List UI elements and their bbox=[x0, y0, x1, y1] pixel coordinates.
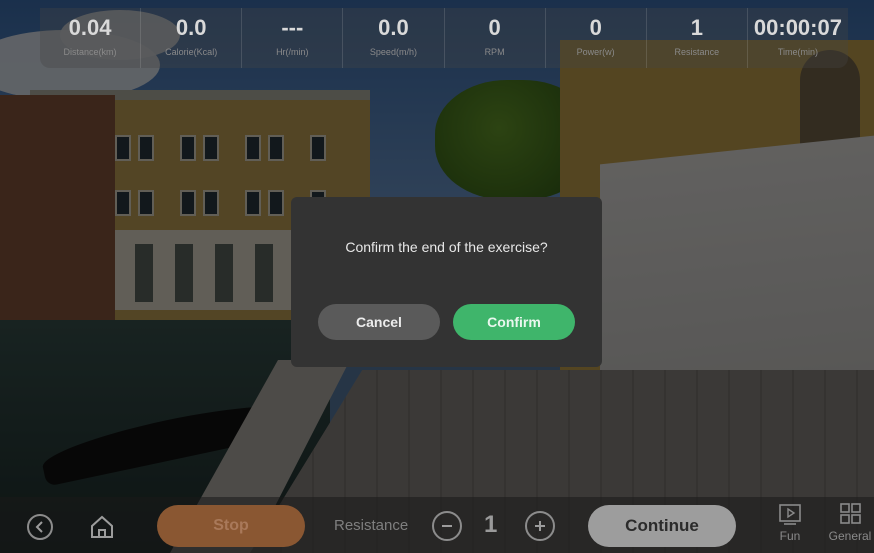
fun-icon bbox=[779, 504, 801, 525]
stat-label: Time(min) bbox=[777, 47, 819, 57]
plus-icon bbox=[535, 521, 545, 531]
stat-time: 00:00:07 Time(min) bbox=[748, 8, 848, 68]
resistance-value: 1 bbox=[484, 511, 498, 538]
stat-label: Power(w) bbox=[576, 47, 615, 57]
stat-value: 0.0 bbox=[378, 15, 409, 40]
stat-rpm: 0 RPM bbox=[445, 8, 546, 68]
general-label: General bbox=[828, 529, 872, 543]
dialog-message: Confirm the end of the exercise? bbox=[345, 239, 548, 255]
stat-power: 0 Power(w) bbox=[546, 8, 647, 68]
general-tab[interactable]: General bbox=[826, 503, 874, 551]
stat-speed: 0.0 Speed(m/h) bbox=[343, 8, 445, 68]
confirm-button[interactable]: Confirm bbox=[453, 304, 575, 340]
back-icon bbox=[35, 521, 43, 533]
stat-value: 0.04 bbox=[68, 15, 112, 40]
stat-value: 1 bbox=[690, 15, 703, 40]
minus-icon bbox=[442, 525, 452, 527]
fun-label: Fun bbox=[779, 529, 801, 543]
resistance-label: Resistance bbox=[334, 517, 409, 534]
home-icon bbox=[91, 515, 113, 538]
stat-label: RPM bbox=[484, 47, 505, 57]
resistance-decrease-button[interactable] bbox=[432, 511, 462, 541]
stat-label: Hr(/min) bbox=[276, 47, 309, 57]
bottom-control-bar: Stop Resistance 1 Continue Fun General bbox=[0, 497, 874, 553]
stat-value: 0.0 bbox=[175, 15, 207, 40]
back-button[interactable] bbox=[27, 514, 53, 540]
continue-button[interactable]: Continue bbox=[588, 505, 736, 547]
home-button[interactable] bbox=[89, 514, 115, 540]
stat-heart-rate: --- Hr(/min) bbox=[242, 8, 344, 68]
stat-value: 0 bbox=[488, 15, 501, 40]
stat-label: Distance(km) bbox=[63, 47, 117, 57]
fun-tab[interactable]: Fun bbox=[770, 503, 810, 551]
stat-value: 00:00:07 bbox=[753, 15, 842, 40]
stat-calorie: 0.0 Calorie(Kcal) bbox=[141, 8, 243, 68]
stat-label: Speed(m/h) bbox=[369, 47, 417, 57]
grid-icon bbox=[840, 503, 861, 524]
stat-resistance: 1 Resistance bbox=[647, 8, 748, 68]
confirm-end-dialog: Confirm the end of the exercise? Cancel … bbox=[291, 197, 602, 367]
stats-bar: 0.04 Distance(km) 0.0 Calorie(Kcal) --- … bbox=[40, 8, 848, 68]
stat-value: 0 bbox=[589, 15, 602, 40]
resistance-increase-button[interactable] bbox=[525, 511, 555, 541]
stat-distance: 0.04 Distance(km) bbox=[40, 8, 142, 68]
stop-button[interactable]: Stop bbox=[157, 505, 305, 547]
stat-value: --- bbox=[281, 15, 304, 40]
cancel-button[interactable]: Cancel bbox=[318, 304, 440, 340]
stat-label: Calorie(Kcal) bbox=[165, 47, 218, 57]
stat-label: Resistance bbox=[674, 47, 720, 57]
